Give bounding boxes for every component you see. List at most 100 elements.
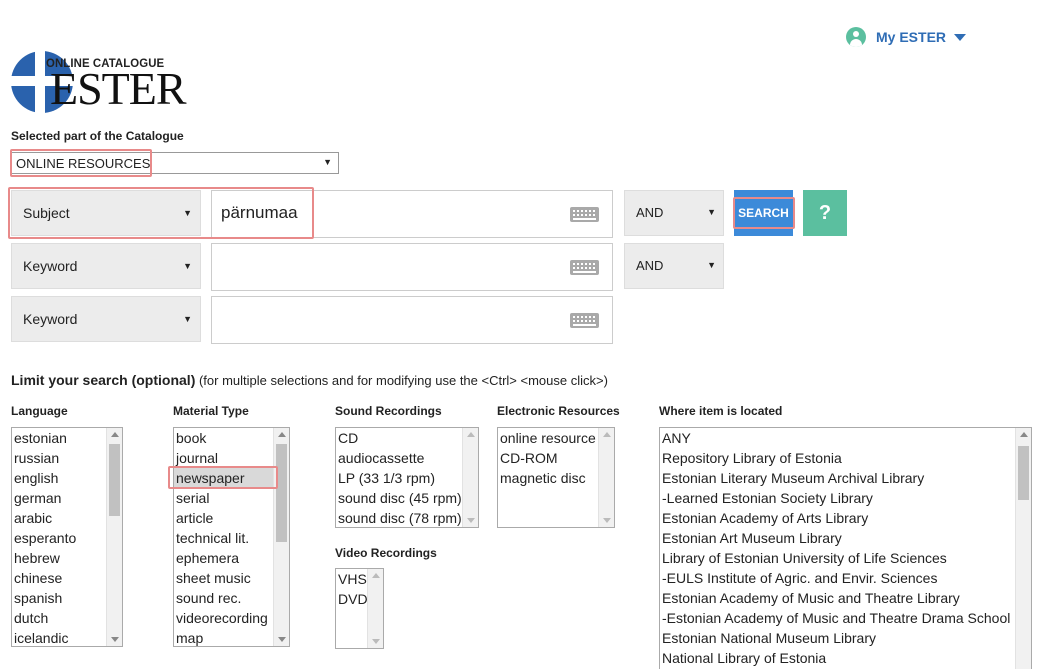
scrollbar[interactable] (598, 428, 614, 527)
keyboard-icon[interactable] (570, 260, 599, 275)
scrollbar[interactable] (462, 428, 478, 527)
dropdown-arrow-icon: ▼ (183, 314, 192, 324)
search-term-input-2[interactable] (211, 243, 613, 291)
scrollbar[interactable] (367, 569, 383, 648)
scrollbar[interactable] (273, 428, 289, 646)
electronic-resources-listbox[interactable]: online resource CD-ROM magnetic disc (497, 427, 615, 528)
catalogue-part-select[interactable]: ONLINE RESOURCES ▼ (11, 152, 339, 174)
list-item[interactable]: -EULS Institute of Agric. and Envir. Sci… (662, 568, 1010, 588)
list-item[interactable]: english (14, 468, 76, 488)
my-ester-menu[interactable]: My ESTER (846, 27, 967, 47)
limit-title: Limit your search (optional) (11, 372, 196, 388)
search-term-input-1[interactable]: pärnumaa (211, 190, 613, 238)
sound-recordings-label: Sound Recordings (335, 404, 442, 418)
list-item[interactable]: CD (338, 428, 462, 448)
list-item[interactable]: journal (174, 448, 274, 468)
scrollbar-thumb[interactable] (109, 444, 120, 516)
search-field-select-3[interactable]: Keyword ▼ (11, 296, 201, 342)
scrollbar[interactable] (106, 428, 122, 646)
limit-search-heading: Limit your search (optional) (for multip… (11, 372, 608, 388)
scroll-up-icon[interactable] (278, 432, 286, 437)
list-item[interactable]: serial (174, 488, 274, 508)
scroll-down-icon[interactable] (111, 637, 119, 642)
user-icon (846, 27, 866, 47)
language-listbox[interactable]: estonian russian english german arabic e… (11, 427, 123, 647)
scroll-up-icon[interactable] (1020, 432, 1028, 437)
language-options: estonian russian english german arabic e… (14, 428, 76, 646)
list-item[interactable]: sheet music (174, 568, 274, 588)
list-item[interactable]: Estonian National Museum Library (662, 628, 1010, 648)
list-item[interactable]: VHS (338, 569, 368, 589)
help-button[interactable]: ? (803, 190, 847, 236)
search-term-value-1: pärnumaa (221, 203, 298, 222)
scroll-up-icon[interactable] (467, 432, 475, 437)
list-item[interactable]: spanish (14, 588, 76, 608)
list-item[interactable]: sound disc (45 rpm) (338, 488, 462, 508)
list-item[interactable]: -Learned Estonian Society Library (662, 488, 1010, 508)
list-item[interactable]: audiocassette (338, 448, 462, 468)
list-item[interactable]: arabic (14, 508, 76, 528)
list-item[interactable]: Estonian Academy of Arts Library (662, 508, 1010, 528)
list-item[interactable]: Estonian Literary Museum Archival Librar… (662, 468, 1010, 488)
search-field-select-2[interactable]: Keyword ▼ (11, 243, 201, 289)
list-item[interactable]: videorecording (174, 608, 274, 628)
list-item[interactable]: hebrew (14, 548, 76, 568)
list-item-selected[interactable]: newspaper (174, 468, 274, 488)
list-item[interactable]: Repository Library of Estonia (662, 448, 1010, 468)
list-item[interactable]: Estonian Art Museum Library (662, 528, 1010, 548)
scroll-down-icon[interactable] (603, 518, 611, 523)
list-item[interactable]: dutch (14, 608, 76, 628)
list-item[interactable]: russian (14, 448, 76, 468)
ester-logo[interactable]: ONLINE CATALOGUE ESTER (11, 51, 201, 115)
scroll-down-icon[interactable] (278, 637, 286, 642)
scroll-up-icon[interactable] (372, 573, 380, 578)
video-recordings-label: Video Recordings (335, 546, 437, 560)
list-item[interactable]: ANY (662, 428, 1010, 448)
dropdown-arrow-icon: ▼ (707, 207, 716, 217)
scrollbar-thumb[interactable] (276, 444, 287, 542)
list-item[interactable]: map (174, 628, 274, 646)
keyboard-icon[interactable] (570, 313, 599, 328)
list-item[interactable]: Estonian Academy of Music and Theatre Li… (662, 588, 1010, 608)
list-item[interactable]: magnetic disc (500, 468, 596, 488)
list-item[interactable]: DVD (338, 589, 368, 609)
list-item[interactable]: -Estonian Academy of Music and Theatre D… (662, 608, 1010, 628)
list-item[interactable]: ephemera (174, 548, 274, 568)
list-item[interactable]: book (174, 428, 274, 448)
scroll-up-icon[interactable] (111, 432, 119, 437)
list-item[interactable]: Library of Estonian University of Life S… (662, 548, 1010, 568)
list-item[interactable]: icelandic (14, 628, 76, 646)
search-term-input-3[interactable] (211, 296, 613, 344)
scrollbar[interactable] (1015, 428, 1031, 669)
list-item[interactable]: CD-ROM (500, 448, 596, 468)
scroll-down-icon[interactable] (372, 639, 380, 644)
location-listbox[interactable]: ANY Repository Library of Estonia Estoni… (659, 427, 1032, 669)
scrollbar-thumb[interactable] (1018, 446, 1029, 500)
electronic-resources-label: Electronic Resources (497, 404, 620, 418)
list-item[interactable]: esperanto (14, 528, 76, 548)
list-item[interactable]: chinese (14, 568, 76, 588)
list-item[interactable]: german (14, 488, 76, 508)
operator-select-1[interactable]: AND ▼ (624, 190, 724, 236)
search-button[interactable]: SEARCH (734, 190, 793, 236)
search-field-select-1[interactable]: Subject ▼ (11, 190, 201, 236)
operator-select-2[interactable]: AND ▼ (624, 243, 724, 289)
dropdown-arrow-icon: ▼ (323, 157, 332, 167)
list-item[interactable]: LP (33 1/3 rpm) (338, 468, 462, 488)
material-type-listbox[interactable]: book journal newspaper serial article te… (173, 427, 290, 647)
scroll-up-icon[interactable] (603, 432, 611, 437)
scroll-down-icon[interactable] (467, 518, 475, 523)
dropdown-arrow-icon: ▼ (707, 260, 716, 270)
my-ester-label: My ESTER (876, 29, 947, 45)
material-type-label: Material Type (173, 404, 249, 418)
list-item[interactable]: online resource (500, 428, 596, 448)
list-item[interactable]: technical lit. (174, 528, 274, 548)
list-item[interactable]: National Library of Estonia (662, 648, 1010, 668)
list-item[interactable]: article (174, 508, 274, 528)
list-item[interactable]: sound disc (78 rpm) (338, 508, 462, 527)
video-recordings-listbox[interactable]: VHS DVD (335, 568, 384, 649)
list-item[interactable]: estonian (14, 428, 76, 448)
list-item[interactable]: sound rec. (174, 588, 274, 608)
keyboard-icon[interactable] (570, 207, 599, 222)
sound-recordings-listbox[interactable]: CD audiocassette LP (33 1/3 rpm) sound d… (335, 427, 479, 528)
